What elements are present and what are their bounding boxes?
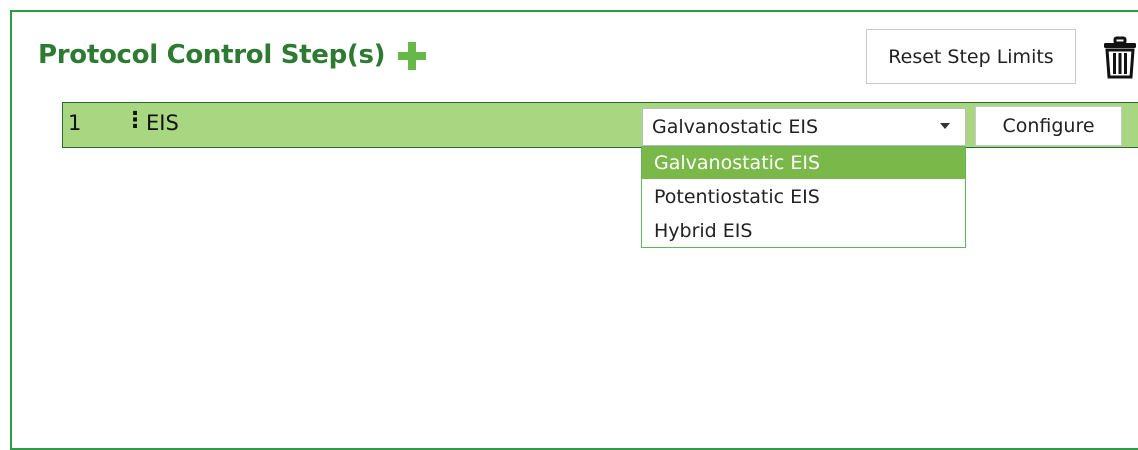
- dropdown-option-potentiostatic[interactable]: Potentiostatic EIS: [642, 181, 965, 213]
- dropdown-option-hybrid[interactable]: Hybrid EIS: [642, 215, 965, 247]
- trash-icon: [1104, 36, 1136, 79]
- chevron-down-icon[interactable]: [940, 123, 950, 129]
- delete-step-button[interactable]: [1102, 36, 1138, 80]
- step-type-value: Galvanostatic EIS: [652, 116, 819, 138]
- panel-title: Protocol Control Step(s): [38, 40, 386, 70]
- add-step-button[interactable]: [396, 40, 428, 72]
- step-name: EIS: [146, 111, 179, 135]
- plus-icon: [398, 42, 426, 70]
- reset-step-limits-button[interactable]: Reset Step Limits: [866, 29, 1076, 84]
- step-number: 1: [68, 111, 82, 135]
- configure-button[interactable]: Configure: [975, 106, 1122, 146]
- dropdown-option-galvanostatic[interactable]: Galvanostatic EIS: [642, 147, 965, 179]
- vertical-ellipsis-icon[interactable]: ⋮: [124, 110, 146, 132]
